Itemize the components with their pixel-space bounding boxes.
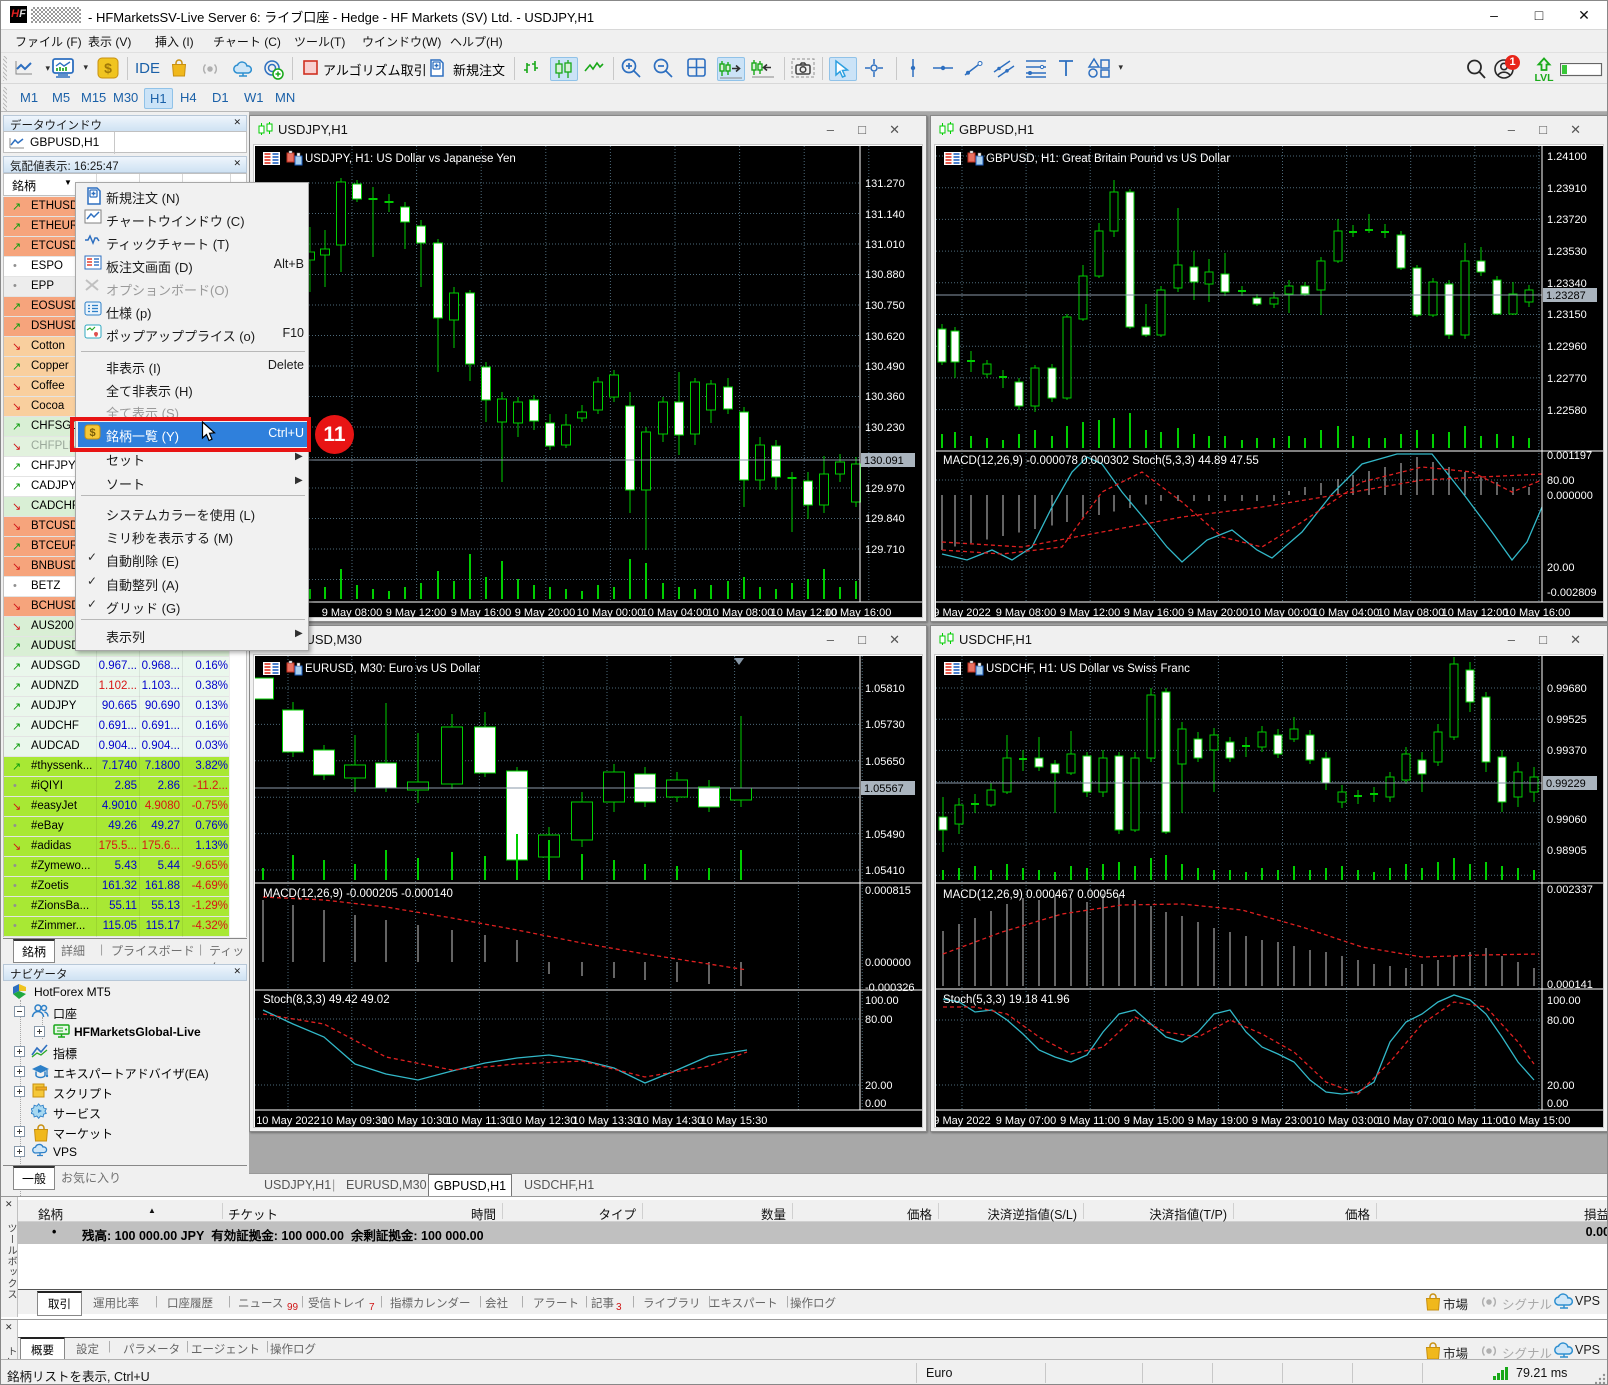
svg-text:1.23530: 1.23530 <box>1547 246 1587 258</box>
svg-text:MACD(12,26,9) -0.000205 -0.000: MACD(12,26,9) -0.000205 -0.000140 <box>263 888 453 900</box>
svg-text:1.23720: 1.23720 <box>1547 214 1587 226</box>
svg-text:LVL: LVL <box>1534 72 1554 84</box>
svg-text:Stoch(5,3,3) 19.18 41.96: Stoch(5,3,3) 19.18 41.96 <box>943 994 1070 1006</box>
svg-text:1.23150: 1.23150 <box>1547 309 1587 321</box>
svg-text:0.99525: 0.99525 <box>1547 714 1587 726</box>
svg-text:-0.002809: -0.002809 <box>1547 587 1597 599</box>
svg-text:1.22580: 1.22580 <box>1547 405 1587 417</box>
svg-text:9 May 20:00: 9 May 20:00 <box>1188 607 1249 618</box>
svg-text:80.00: 80.00 <box>865 1014 893 1026</box>
svg-text:10 May 12:30: 10 May 12:30 <box>510 1115 577 1127</box>
svg-text:1.05650: 1.05650 <box>865 756 905 768</box>
svg-text:0.00: 0.00 <box>865 1098 886 1110</box>
svg-text:129.840: 129.840 <box>865 513 905 525</box>
svg-text:9 May 19:00: 9 May 19:00 <box>1188 1115 1249 1127</box>
svg-text:0.000000: 0.000000 <box>1547 490 1593 502</box>
svg-text:130.490: 130.490 <box>865 361 905 373</box>
svg-text:9 May 08:00: 9 May 08:00 <box>322 607 383 618</box>
svg-text:10 May 04:00: 10 May 04:00 <box>642 607 709 618</box>
svg-text:20.00: 20.00 <box>1547 1080 1575 1092</box>
svg-text:130.360: 130.360 <box>865 391 905 403</box>
svg-text:EURUSD, M30: Euro vs US Dolla: EURUSD, M30: Euro vs US Dollar <box>305 663 480 675</box>
svg-text:10 May 07:00: 10 May 07:00 <box>1378 1115 1445 1127</box>
svg-text:9 May 2022: 9 May 2022 <box>936 607 991 618</box>
svg-text:10 May 04:00: 10 May 04:00 <box>1313 607 1380 618</box>
svg-text:9 May 16:00: 9 May 16:00 <box>451 607 512 618</box>
svg-text:10 May 11:30: 10 May 11:30 <box>446 1115 512 1127</box>
svg-text:100.00: 100.00 <box>865 995 899 1007</box>
svg-text:10 May 08:00: 10 May 08:00 <box>707 607 774 618</box>
svg-text:GBPUSD, H1: Great Britain Pou: GBPUSD, H1: Great Britain Pound vs US Do… <box>986 153 1230 165</box>
svg-text:10 May 16:00: 10 May 16:00 <box>1504 607 1571 618</box>
svg-text:USDCHF, H1: US Dollar vs Swis: USDCHF, H1: US Dollar vs Swiss Franc <box>986 663 1190 675</box>
svg-text:1.22960: 1.22960 <box>1547 341 1587 353</box>
svg-text:9 May 2022: 9 May 2022 <box>936 1115 991 1127</box>
svg-text:130.620: 130.620 <box>865 331 905 343</box>
svg-text:0.99060: 0.99060 <box>1547 814 1587 826</box>
svg-text:10 May 10:30: 10 May 10:30 <box>382 1115 449 1127</box>
svg-text:129.970: 129.970 <box>865 483 905 495</box>
svg-text:10 May 15:30: 10 May 15:30 <box>701 1115 768 1127</box>
svg-text:9 May 15:00: 9 May 15:00 <box>1124 1115 1185 1127</box>
svg-text:9 May 16:00: 9 May 16:00 <box>1124 607 1185 618</box>
svg-text:0.99680: 0.99680 <box>1547 683 1587 695</box>
svg-text:1.22770: 1.22770 <box>1547 373 1587 385</box>
svg-text:20.00: 20.00 <box>1547 562 1575 574</box>
svg-text:0.99229: 0.99229 <box>1546 778 1586 790</box>
svg-text:80.00: 80.00 <box>1547 1015 1575 1027</box>
svg-text:10 May 2022: 10 May 2022 <box>256 1115 320 1127</box>
svg-text:9 May 12:00: 9 May 12:00 <box>386 607 447 618</box>
svg-text:10 May 16:00: 10 May 16:00 <box>825 607 892 618</box>
svg-text:9 May 12:00: 9 May 12:00 <box>1060 607 1121 618</box>
svg-text:10 May 00:00: 10 May 00:00 <box>1249 607 1316 618</box>
svg-text:0.000815: 0.000815 <box>865 885 911 897</box>
svg-text:10 May 03:00: 10 May 03:00 <box>1313 1115 1380 1127</box>
svg-text:MACD(12,26,9) -0.000078 0.0003: MACD(12,26,9) -0.000078 0.000302 Stoch(5… <box>943 455 1259 467</box>
svg-text:0.00: 0.00 <box>1547 1098 1568 1110</box>
svg-text:0.98905: 0.98905 <box>1547 845 1587 857</box>
svg-text:10 May 08:00: 10 May 08:00 <box>1378 607 1445 618</box>
svg-text:10 May 15:00: 10 May 15:00 <box>1504 1115 1571 1127</box>
svg-text:-0.000326: -0.000326 <box>865 982 915 994</box>
svg-text:10 May 00:00: 10 May 00:00 <box>577 607 644 618</box>
svg-text:0.000000: 0.000000 <box>865 957 911 969</box>
svg-text:$: $ <box>104 60 112 76</box>
svg-text:0.001197: 0.001197 <box>1547 450 1592 462</box>
svg-text:9 May 11:00: 9 May 11:00 <box>1060 1115 1120 1127</box>
svg-text:0.99370: 0.99370 <box>1547 745 1587 757</box>
svg-text:10 May 13:30: 10 May 13:30 <box>573 1115 640 1127</box>
svg-text:Stoch(8,3,3) 49.42 49.02: Stoch(8,3,3) 49.42 49.02 <box>263 994 390 1006</box>
svg-text:131.140: 131.140 <box>865 209 905 221</box>
svg-text:9 May 08:00: 9 May 08:00 <box>996 607 1057 618</box>
svg-text:20.00: 20.00 <box>865 1080 893 1092</box>
svg-text:1.05730: 1.05730 <box>865 719 905 731</box>
svg-text:1.05490: 1.05490 <box>865 829 905 841</box>
svg-text:1.05810: 1.05810 <box>865 683 905 695</box>
svg-text:1.05567: 1.05567 <box>864 783 904 795</box>
svg-text:131.270: 131.270 <box>865 178 905 190</box>
svg-text:129.710: 129.710 <box>865 544 905 556</box>
svg-text:10 May 09:30: 10 May 09:30 <box>321 1115 388 1127</box>
svg-text:130.091: 130.091 <box>864 455 904 467</box>
svg-text:9 May 23:00: 9 May 23:00 <box>1252 1115 1313 1127</box>
svg-text:9 May 20:00: 9 May 20:00 <box>515 607 576 618</box>
svg-text:130.880: 130.880 <box>865 269 905 281</box>
svg-text:1.23287: 1.23287 <box>1546 290 1586 302</box>
svg-text:0.002337: 0.002337 <box>1547 884 1593 896</box>
svg-text:80.00: 80.00 <box>1547 475 1575 487</box>
svg-text:MACD(12,26,9) 0.000467 0.00056: MACD(12,26,9) 0.000467 0.000564 <box>943 889 1126 901</box>
svg-text:130.750: 130.750 <box>865 300 905 312</box>
svg-text:10 May 14:30: 10 May 14:30 <box>637 1115 704 1127</box>
svg-text:9 May 07:00: 9 May 07:00 <box>996 1115 1057 1127</box>
svg-text:100.00: 100.00 <box>1547 995 1581 1007</box>
svg-text:131.010: 131.010 <box>865 239 905 251</box>
svg-text:1.24100: 1.24100 <box>1547 151 1587 163</box>
svg-text:USDJPY, H1: US Dollar vs Japa: USDJPY, H1: US Dollar vs Japanese Yen <box>305 153 516 165</box>
svg-text:1.05410: 1.05410 <box>865 865 905 877</box>
svg-text:10 May 12:00: 10 May 12:00 <box>1442 607 1509 618</box>
svg-text:130.230: 130.230 <box>865 422 905 434</box>
svg-text:10 May 11:00: 10 May 11:00 <box>1442 1115 1508 1127</box>
svg-text:1.23910: 1.23910 <box>1547 183 1587 195</box>
